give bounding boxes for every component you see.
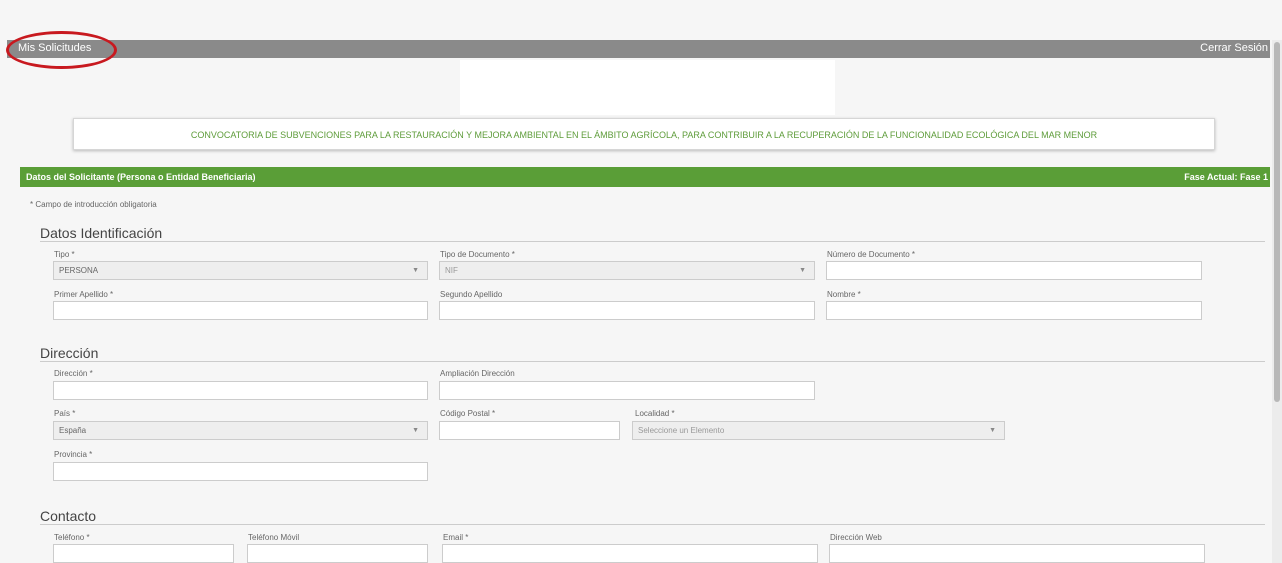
tipo-documento-label: Tipo de Documento * [440,250,515,259]
section-divider [40,241,1265,242]
ampliacion-direccion-label: Ampliación Dirección [440,369,515,378]
chevron-down-icon: ▼ [412,267,419,274]
direccion-input[interactable] [53,381,428,400]
cerrar-sesion-link[interactable]: Cerrar Sesión [1200,42,1268,54]
direccion-web-input[interactable] [829,544,1205,563]
contacto-title: Contacto [40,508,97,524]
localidad-select-value: Seleccione un Elemento [638,426,725,435]
pais-select-value: España [59,426,87,435]
localidad-label: Localidad * [635,409,675,418]
tipo-label: Tipo * [54,250,75,259]
provincia-input[interactable] [53,462,428,481]
convocatoria-banner: CONVOCATORIA DE SUBVENCIONES PARA LA RES… [73,118,1215,150]
nombre-label: Nombre * [827,290,861,299]
email-input[interactable] [442,544,818,563]
numero-documento-input[interactable] [826,261,1202,280]
page-scrollbar[interactable] [1272,40,1282,563]
logo-area [460,60,835,115]
telefono-input[interactable] [53,544,234,563]
direccion-web-label: Dirección Web [830,533,882,542]
numero-documento-label: Número de Documento * [827,250,916,259]
tipo-select-value: PERSONA [59,266,99,275]
segundo-apellido-label: Segundo Apellido [440,290,503,299]
segundo-apellido-input[interactable] [439,301,815,320]
primer-apellido-input[interactable] [53,301,428,320]
mandatory-note: * Campo de introducción obligatoria [30,200,157,209]
section-header-title: Datos del Solicitante (Persona o Entidad… [26,172,256,182]
top-bar: Mis Solicitudes Cerrar Sesión [7,40,1270,58]
scrollbar-thumb[interactable] [1274,42,1280,402]
codigo-postal-label: Código Postal * [440,409,496,418]
section-divider [40,524,1265,525]
primer-apellido-label: Primer Apellido * [54,290,114,299]
nombre-input[interactable] [826,301,1202,320]
chevron-down-icon: ▼ [989,427,996,434]
tipo-select[interactable]: PERSONA ▼ [53,261,428,280]
phase-indicator: Fase Actual: Fase 1 [1184,172,1268,182]
pais-select[interactable]: España ▼ [53,421,428,440]
codigo-postal-input[interactable] [439,421,620,440]
section-divider [40,361,1265,362]
telefono-movil-label: Teléfono Móvil [248,533,300,542]
identificacion-title: Datos Identificación [40,225,163,241]
direccion-label: Dirección * [54,369,93,378]
tipo-documento-value: NIF [445,266,458,275]
chevron-down-icon: ▼ [799,267,806,274]
localidad-select[interactable]: Seleccione un Elemento ▼ [632,421,1005,440]
telefono-movil-input[interactable] [247,544,428,563]
pais-label: País * [54,409,76,418]
tipo-documento-select[interactable]: NIF ▼ [439,261,815,280]
direccion-title: Dirección [40,345,99,361]
ampliacion-direccion-input[interactable] [439,381,815,400]
chevron-down-icon: ▼ [412,427,419,434]
mis-solicitudes-link[interactable]: Mis Solicitudes [18,42,91,54]
telefono-label: Teléfono * [54,533,90,542]
email-label: Email * [443,533,469,542]
section-header-bar: Datos del Solicitante (Persona o Entidad… [20,167,1270,187]
provincia-label: Provincia * [54,450,93,459]
